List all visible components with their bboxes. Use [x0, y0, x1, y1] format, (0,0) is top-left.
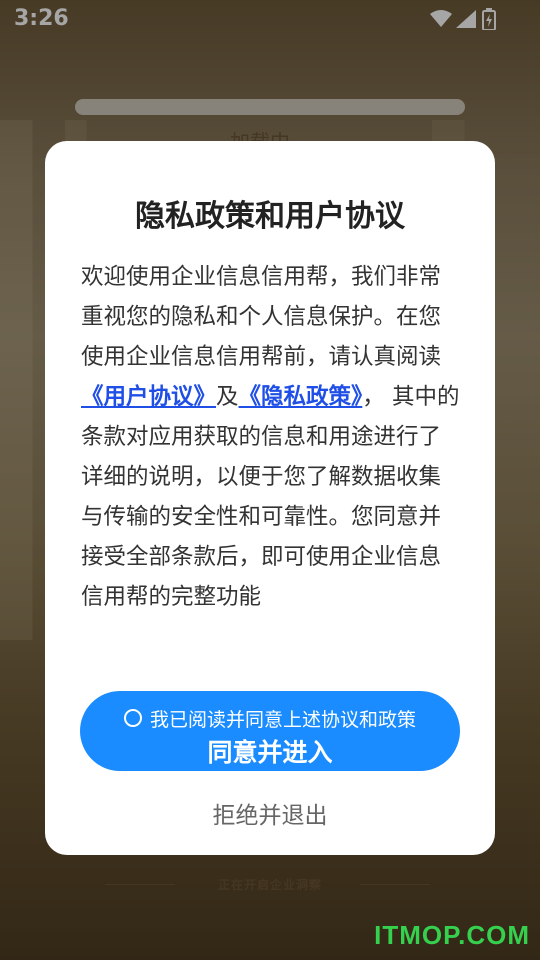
user-agreement-link[interactable]: 《用户协议》 [81, 384, 216, 410]
watermark-text: ITMOP.COM [374, 920, 530, 950]
radio-circle-icon[interactable] [123, 709, 142, 727]
agree-button-label: 同意并进入 [207, 738, 333, 767]
reject-and-exit-button[interactable]: 拒绝并退出 [45, 795, 495, 831]
consent-checkbox-row[interactable]: 我已阅读并同意上述协议和政策 [80, 705, 460, 732]
agree-and-enter-button[interactable]: 我已阅读并同意上述协议和政策 同意并进入 [80, 691, 460, 771]
conjunction-text: 及 [216, 384, 239, 410]
dialog-body: 欢迎使用企业信息信用帮，我们非常重视您的隐私和个人信息保护。在您使用企业信息信用… [81, 257, 461, 617]
body-intro: 欢迎使用企业信息信用帮，我们非常重视您的隐私和个人信息保护。在您使用企业信息信用… [81, 264, 442, 370]
dialog-title: 隐私政策和用户协议 [135, 199, 405, 234]
privacy-policy-link[interactable]: 《隐私政策》 [239, 384, 363, 410]
checkbox-label: 我已阅读并同意上述协议和政策 [149, 709, 416, 731]
privacy-dialog: 隐私政策和用户协议 欢迎使用企业信息信用帮，我们非常重视您的隐私和个人信息保护。… [45, 141, 495, 855]
body-rest: ， 其中的条款对应用获取的信息和用途进行了详细的说明，以便于您了解数据收集与传输… [81, 384, 460, 610]
